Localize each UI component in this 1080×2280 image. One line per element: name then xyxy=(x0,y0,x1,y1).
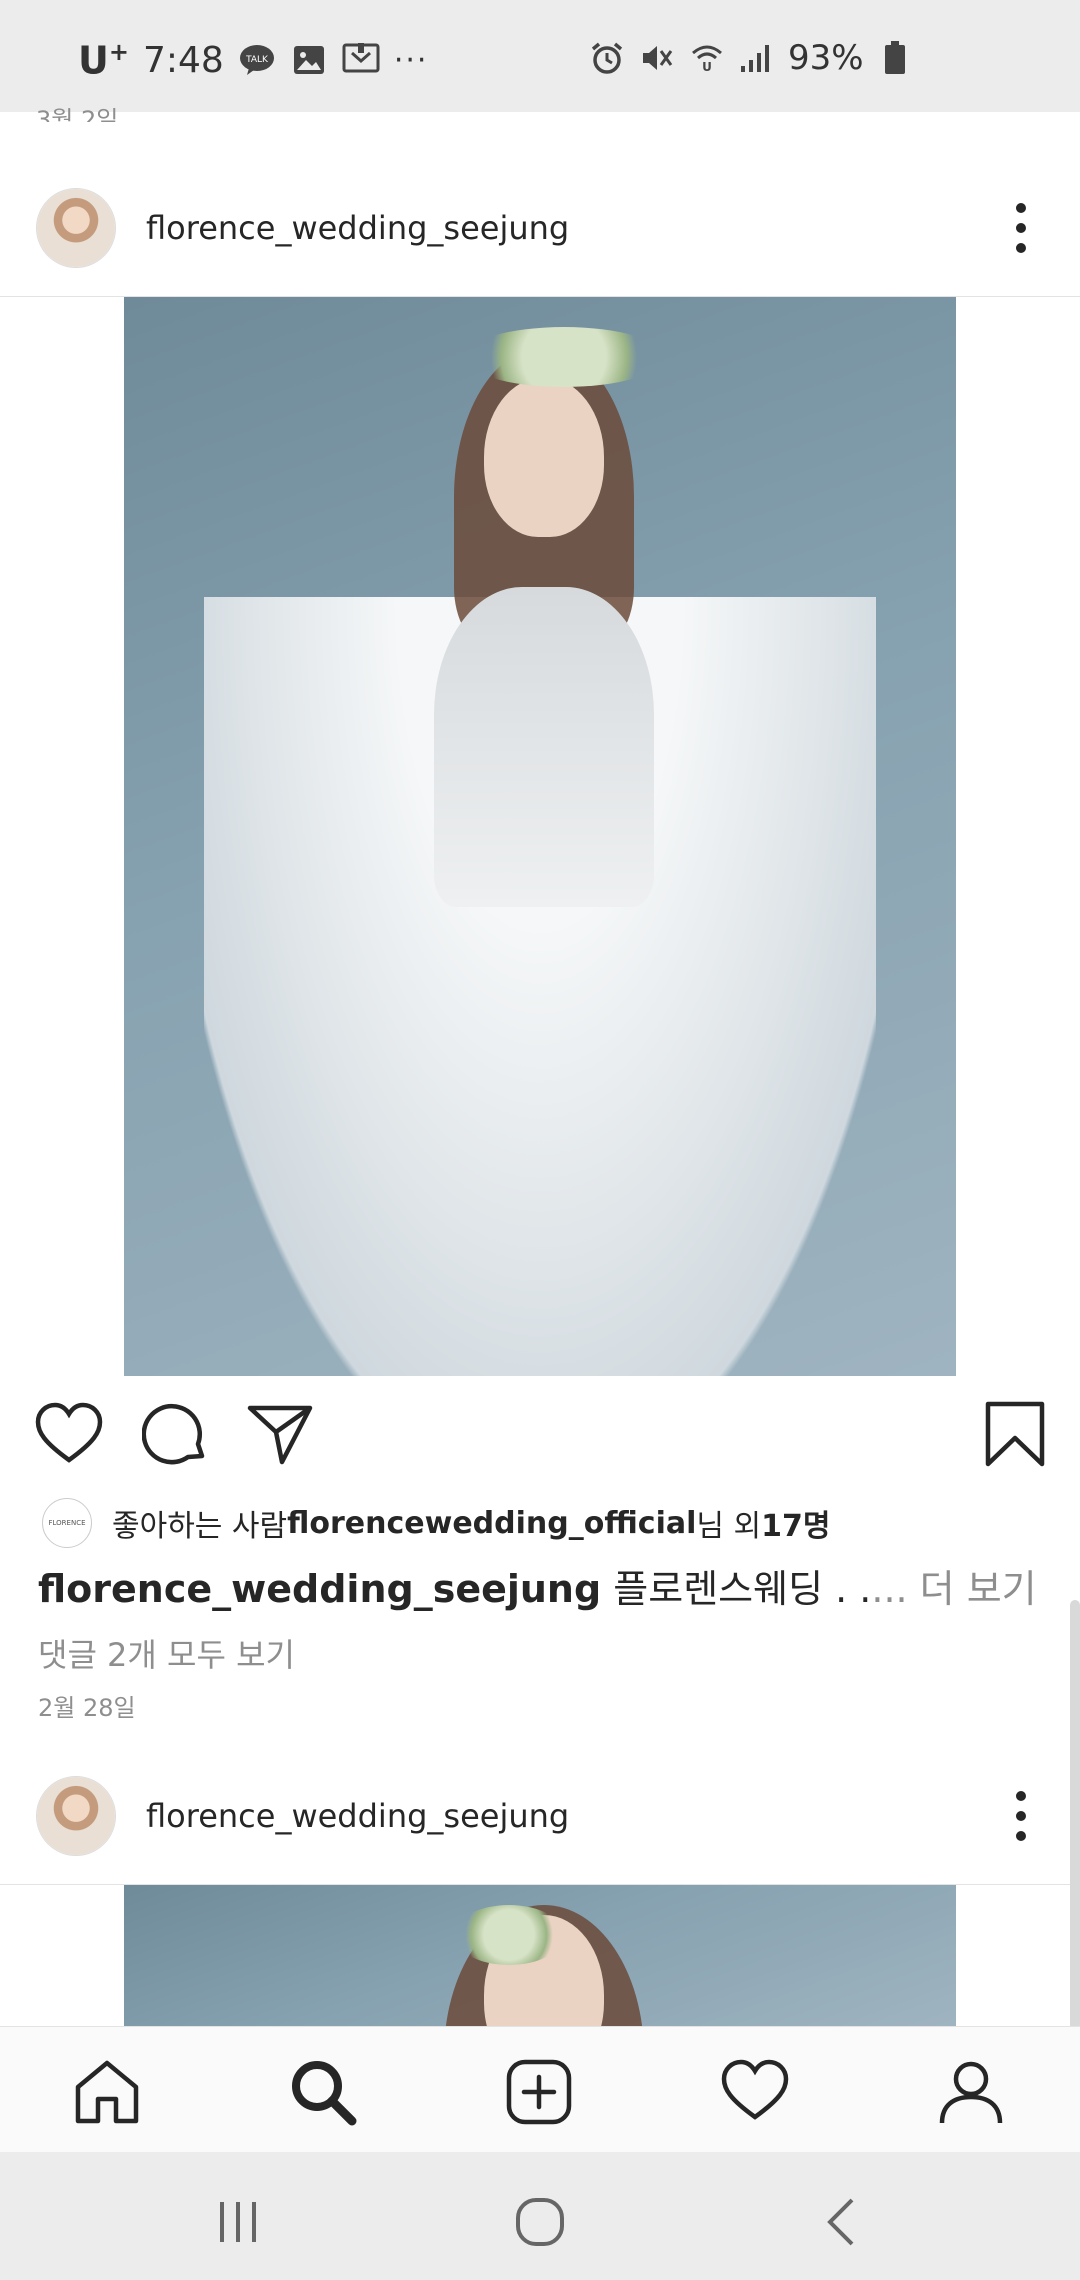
wifi-icon: U xyxy=(688,41,726,75)
post-header: florence_wedding_seejung xyxy=(0,158,1080,298)
liker-avatar: FLORENCE xyxy=(42,1498,92,1548)
new-post-icon[interactable] xyxy=(504,2057,574,2127)
post-caption: florence_wedding_seejung 플로렌스웨딩 . .... 더… xyxy=(38,1558,1037,1613)
post-header: florence_wedding_seejung xyxy=(0,1746,1080,1886)
battery-icon xyxy=(876,41,914,75)
system-navigation-bar xyxy=(0,2152,1080,2280)
caption-more-link[interactable]: ... 더 보기 xyxy=(871,1567,1036,1611)
share-send-icon[interactable] xyxy=(246,1400,316,1470)
download-message-icon xyxy=(342,43,380,77)
svg-text:U: U xyxy=(702,60,712,74)
clock: 7:48 xyxy=(142,39,224,81)
post-username[interactable]: florence_wedding_seejung xyxy=(146,209,569,247)
alarm-icon xyxy=(588,41,626,75)
post-date: 2월 28일 xyxy=(38,1694,136,1722)
previous-post-date: 3월 2일 xyxy=(36,106,119,122)
caption-text: 플로렌스웨딩 . . xyxy=(601,1567,872,1611)
bookmark-icon[interactable] xyxy=(980,1400,1050,1470)
avatar[interactable] xyxy=(36,1776,116,1856)
recent-apps-icon[interactable] xyxy=(208,2192,268,2252)
search-icon[interactable] xyxy=(288,2057,358,2127)
post-username[interactable]: florence_wedding_seejung xyxy=(146,1797,569,1835)
carrier-label: U+ xyxy=(78,38,129,83)
liker-username[interactable]: florencewedding_official xyxy=(287,1506,696,1541)
post-photo[interactable] xyxy=(124,297,956,1376)
gallery-icon xyxy=(290,43,328,77)
like-count[interactable]: 17명 xyxy=(761,1501,830,1545)
more-options-icon[interactable] xyxy=(1014,1791,1028,1841)
like-heart-icon[interactable] xyxy=(34,1400,104,1470)
mute-icon xyxy=(638,41,676,75)
activity-heart-icon[interactable] xyxy=(720,2057,790,2127)
home-icon[interactable] xyxy=(72,2057,142,2127)
comment-bubble-icon[interactable] xyxy=(141,1400,212,1470)
battery-percent: 93% xyxy=(788,38,864,78)
svg-text:TALK: TALK xyxy=(245,55,269,65)
back-icon[interactable] xyxy=(812,2192,872,2252)
post-actions xyxy=(0,1400,1080,1480)
bottom-navigation xyxy=(0,2026,1080,2152)
kakaotalk-icon: TALK xyxy=(238,43,276,77)
more-options-icon[interactable] xyxy=(1014,203,1028,253)
status-bar: U+ 7:48 TALK ··· U 93% xyxy=(0,0,1080,112)
liked-by-line[interactable]: FLORENCE 좋아하는 사람 florencewedding_officia… xyxy=(42,1498,831,1548)
caption-username[interactable]: florence_wedding_seejung xyxy=(38,1567,601,1611)
more-notifications-icon: ··· xyxy=(393,42,429,78)
signal-icon xyxy=(738,41,776,75)
profile-icon[interactable] xyxy=(936,2057,1006,2127)
post-photo[interactable] xyxy=(124,1885,956,2026)
avatar[interactable] xyxy=(36,188,116,268)
home-button-icon[interactable] xyxy=(510,2192,570,2252)
scrollbar[interactable] xyxy=(1070,1600,1080,2030)
view-all-comments-link[interactable]: 댓글 2개 모두 보기 xyxy=(38,1630,295,1676)
